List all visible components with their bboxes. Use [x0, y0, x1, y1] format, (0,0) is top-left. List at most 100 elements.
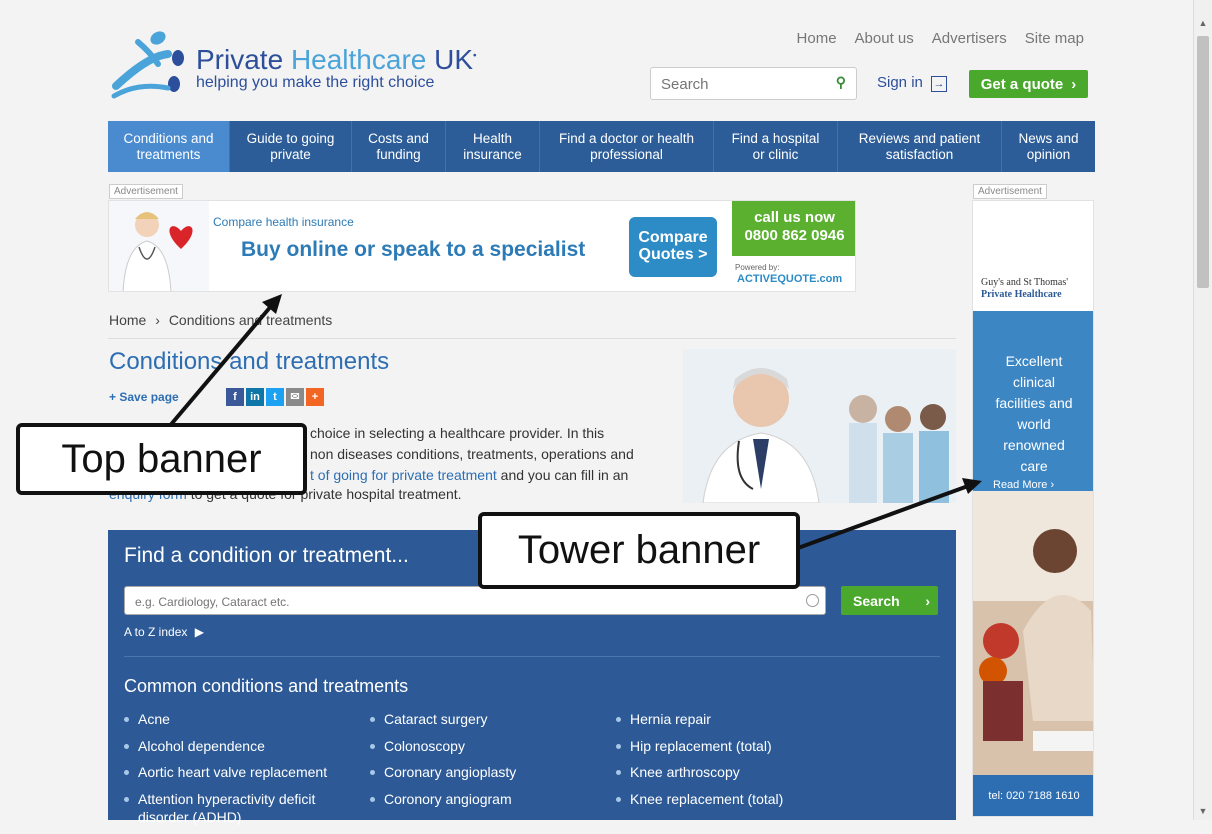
get-quote-button[interactable]: Get a quote › — [969, 70, 1088, 98]
intro-line-1: choice in selecting a healthcare provide… — [310, 425, 605, 441]
nav-find-doctor[interactable]: Find a doctor or health professional — [540, 121, 714, 172]
tower-heading-line-2: Private Healthcare — [981, 289, 1062, 300]
top-banner-headline: Buy online or speak to a specialist — [241, 238, 586, 261]
intro-line-2: non diseases conditions, treatments, ope… — [310, 446, 634, 462]
top-link-advertisers[interactable]: Advertisers — [932, 30, 1007, 47]
main-nav: Conditions and treatments Guide to going… — [108, 121, 1095, 172]
tower-read-more[interactable]: Read More › — [993, 479, 1054, 491]
search-input[interactable] — [651, 68, 823, 101]
activequote-logo: ACTIVEQUOTE.com — [737, 273, 843, 285]
search-icon[interactable]: ⚲ — [836, 74, 846, 91]
tower-body-text: Excellent clinical facilities and world … — [995, 353, 1073, 474]
intro-text: choice in selecting a healthcare provide… — [310, 423, 670, 486]
a-to-z-link[interactable]: A to Z index ▶ — [124, 625, 204, 639]
top-links: Home About us Advertisers Site map — [797, 30, 1084, 47]
list-item[interactable]: Cataract surgery — [370, 710, 594, 728]
tower-banner-ad[interactable]: Guy's and St Thomas' Private Healthcare … — [972, 200, 1094, 817]
top-link-home[interactable]: Home — [797, 30, 837, 47]
ad-label-tower: Advertisement — [973, 184, 1047, 199]
call-us-box: call us now 0800 862 0946 — [732, 201, 855, 256]
breadcrumb-home[interactable]: Home — [109, 312, 146, 328]
a-to-z-label: A to Z index — [124, 625, 188, 639]
save-page-button[interactable]: + Save page — [109, 390, 179, 404]
header-search: ⚲ — [650, 67, 857, 101]
nav-guide[interactable]: Guide to going private — [230, 121, 352, 172]
logo-title-light: Healthcare — [290, 44, 427, 75]
list-item[interactable]: Hip replacement (total) — [616, 737, 840, 755]
intro-line-3: t of going for private treatment and you… — [310, 465, 670, 486]
list-item[interactable]: Knee arthroscopy — [616, 763, 840, 781]
conditions-column-3: Hernia repair Hip replacement (total) Kn… — [616, 710, 840, 816]
list-item[interactable]: Coronary angioplasty — [370, 763, 594, 781]
conditions-column-2: Cataract surgery Colonoscopy Coronary an… — [370, 710, 594, 816]
finder-title: Find a condition or treatment... — [124, 544, 409, 567]
social-share: f in t ✉ + — [226, 388, 324, 406]
call-us-phone: 0800 862 0946 — [744, 227, 845, 244]
twitter-icon[interactable]: t — [266, 388, 284, 406]
get-quote-label: Get a quote — [980, 75, 1064, 93]
tower-photo — [973, 491, 1093, 775]
ad-label-top: Advertisement — [109, 184, 183, 199]
nav-news[interactable]: News and opinion — [1002, 121, 1095, 172]
condition-search-label: Search — [853, 592, 900, 609]
divider — [108, 338, 956, 339]
tower-heading-line-1: Guy's and St Thomas' — [981, 277, 1069, 288]
conditions-column-1: Acne Alcohol dependence Aortic heart val… — [124, 710, 348, 834]
nav-conditions[interactable]: Conditions and treatments — [108, 121, 230, 172]
list-item[interactable]: Hernia repair — [616, 710, 840, 728]
vertical-scrollbar[interactable]: ▲ ▼ — [1193, 0, 1212, 820]
list-item[interactable]: Attention hyperactivity deficit disorder… — [124, 790, 348, 826]
tower-tel[interactable]: tel: 020 7188 1610 — [973, 775, 1093, 816]
doctors-photo-icon — [683, 349, 956, 503]
logo-title-dark: Private — [196, 44, 284, 75]
scroll-up-icon[interactable]: ▲ — [1194, 18, 1212, 28]
play-right-icon: ▶ — [194, 625, 204, 639]
email-icon[interactable]: ✉ — [286, 388, 304, 406]
list-item[interactable]: Aortic heart valve replacement — [124, 763, 348, 781]
top-banner-ad[interactable]: Compare health insurance Buy online or s… — [108, 200, 856, 292]
linkedin-icon[interactable]: in — [246, 388, 264, 406]
clear-icon[interactable] — [806, 594, 819, 607]
woman-writing-photo-icon — [973, 491, 1093, 775]
common-conditions-title: Common conditions and treatments — [124, 676, 409, 696]
breadcrumb-separator: › — [155, 312, 160, 328]
scroll-down-icon[interactable]: ▼ — [1194, 806, 1212, 816]
facebook-icon[interactable]: f — [226, 388, 244, 406]
list-item[interactable]: Coronory angiogram — [370, 790, 594, 808]
hero-doctors-image — [683, 349, 956, 503]
tower-banner-callout: Tower banner — [478, 512, 800, 589]
page-title: Conditions and treatments — [109, 348, 390, 375]
condition-search-box — [124, 586, 826, 616]
powered-by-text: Powered by: — [735, 263, 780, 272]
nav-find-hospital[interactable]: Find a hospital or clinic — [714, 121, 838, 172]
intro-line-3-tail: and you can fill in an — [496, 467, 629, 483]
list-item[interactable]: Colonoscopy — [370, 737, 594, 755]
scrollbar-thumb[interactable] — [1197, 36, 1209, 288]
chevron-right-icon: › — [1071, 75, 1077, 93]
nav-reviews[interactable]: Reviews and patient satisfaction — [838, 121, 1002, 172]
tower-read-more-label: Read More — [993, 479, 1048, 491]
signin-icon: → — [931, 76, 948, 92]
intro-link-private-treatment[interactable]: t of going for private treatment — [310, 467, 497, 483]
top-link-sitemap[interactable]: Site map — [1025, 30, 1084, 47]
signin-link[interactable]: Sign in → — [877, 74, 948, 92]
top-banner-small-text: Compare health insurance — [213, 215, 354, 229]
plus-share-icon[interactable]: + — [306, 388, 324, 406]
nav-costs[interactable]: Costs and funding — [352, 121, 446, 172]
nav-insurance[interactable]: Health insurance — [446, 121, 540, 172]
finder-divider — [124, 656, 940, 657]
list-item[interactable]: Alcohol dependence — [124, 737, 348, 755]
condition-search-input[interactable] — [125, 587, 797, 616]
arrow-right-icon: › — [1050, 479, 1055, 491]
top-link-about[interactable]: About us — [855, 30, 914, 47]
breadcrumb-current: Conditions and treatments — [168, 312, 333, 328]
breadcrumb: Home › Conditions and treatments — [109, 312, 332, 328]
tower-blue-panel: Excellent clinical facilities and world … — [973, 311, 1093, 491]
nurse-heart-image — [109, 201, 209, 291]
condition-search-button[interactable]: Search › — [841, 586, 938, 615]
compare-quotes-button[interactable]: Compare Quotes > — [629, 217, 717, 277]
list-item[interactable]: Knee replacement (total) — [616, 790, 840, 808]
tower-heading: Guy's and St Thomas' Private Healthcare — [981, 277, 1068, 301]
site-logo[interactable]: Private Healthcare UK• helping you make … — [108, 26, 488, 106]
list-item[interactable]: Acne — [124, 710, 348, 728]
